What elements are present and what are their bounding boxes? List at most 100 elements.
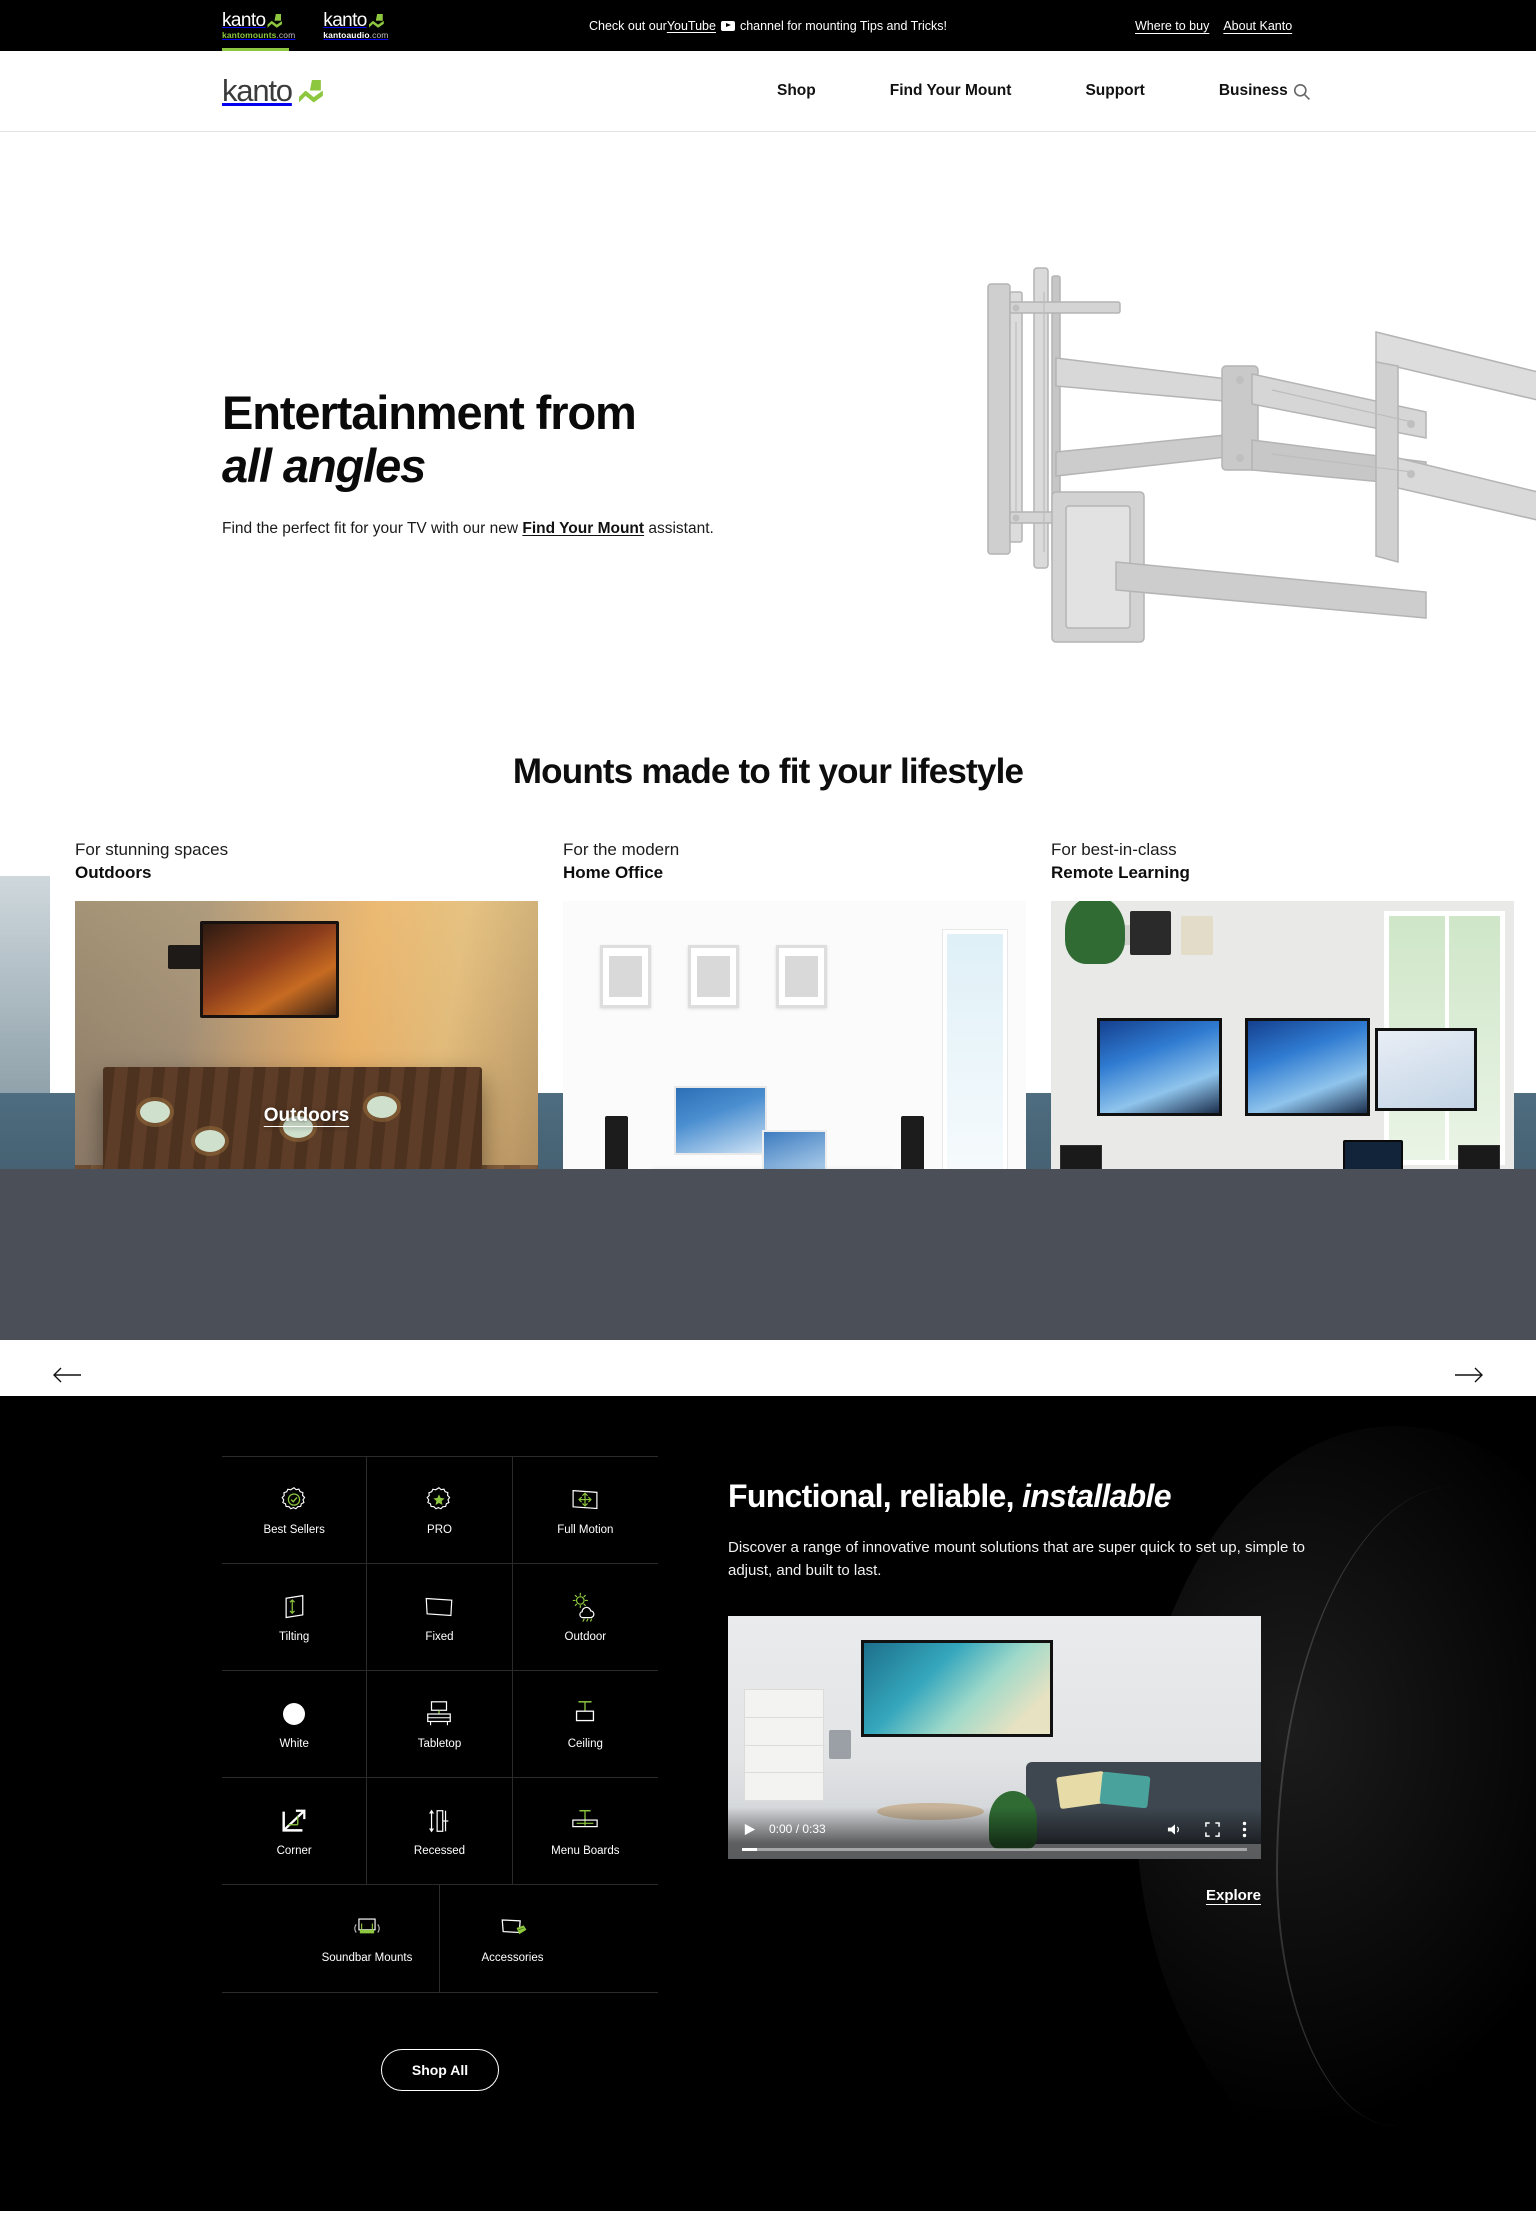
category-label: Tabletop [417, 1737, 462, 1750]
search-button[interactable] [1290, 80, 1312, 102]
explore-wrapper: Explore [728, 1887, 1261, 1904]
hero-sub-prefix: Find the perfect fit for your TV with ou… [222, 520, 523, 538]
carousel-track: . . For stunning spaces Outdoors [0, 840, 1536, 1340]
find-your-mount-link[interactable]: Find Your Mount [522, 520, 644, 537]
category-outdoor[interactable]: Outdoor [512, 1564, 658, 1671]
card-title: Home Office [563, 863, 664, 882]
about-kanto-link[interactable]: About Kanto [1223, 19, 1292, 33]
lifestyle-carousel: . . For stunning spaces Outdoors [0, 840, 1536, 1340]
video-time-display: 0:00 / 0:33 [769, 1822, 826, 1836]
accessories-icon [496, 1913, 530, 1943]
video-progress-bar[interactable] [742, 1848, 1247, 1851]
kanto-leaf-icon [368, 13, 386, 28]
promo-video-player[interactable]: 0:00 / 0:33 [728, 1616, 1261, 1859]
promo-suffix: channel for mounting Tips and Tricks! [739, 18, 948, 33]
more-vertical-icon [1242, 1821, 1247, 1837]
youtube-link[interactable]: YouTube [667, 19, 716, 33]
card-overlay-label[interactable]: Outdoors [264, 1105, 350, 1127]
kanto-home-logo[interactable]: kanto [222, 73, 326, 109]
category-full-motion[interactable]: Full Motion [512, 1457, 658, 1564]
video-speaker [829, 1730, 851, 1760]
search-icon [1293, 83, 1310, 100]
sun-cloud-icon [569, 1592, 601, 1622]
hero-section: Entertainment from all angles Find the p… [0, 132, 1536, 704]
badge-star-icon [425, 1485, 453, 1515]
top-utility-bar: kanto kantomounts.com kanto kantoaudio.c… [0, 0, 1536, 51]
nav-item-support[interactable]: Support [1048, 82, 1181, 100]
topbar-links: Where to buy About Kanto [1135, 19, 1536, 33]
category-grid-wrapper: Best Sellers PRO Full Motion Tilting Fix… [222, 1456, 658, 2091]
category-label: PRO [427, 1523, 452, 1536]
more-options-button[interactable] [1242, 1821, 1247, 1838]
where-to-buy-link[interactable]: Where to buy [1135, 19, 1209, 33]
fixed-screen-icon [422, 1592, 456, 1622]
kantomounts-domain-name: kantomounts [222, 30, 277, 41]
category-label: Menu Boards [551, 1844, 620, 1857]
nav-item-shop[interactable]: Shop [740, 82, 853, 100]
category-pro[interactable]: PRO [367, 1457, 513, 1564]
carousel-next-button[interactable] [1452, 1362, 1486, 1388]
video-pillow [1099, 1771, 1151, 1808]
fullscreen-icon [1205, 1821, 1220, 1837]
white-circle-icon [281, 1699, 307, 1729]
category-recessed[interactable]: Recessed [367, 1778, 513, 1885]
kantomounts-logo[interactable]: kanto kantomounts.com [222, 11, 295, 40]
category-label: Recessed [413, 1844, 466, 1857]
dark-heading: Functional, reliable, installable [728, 1478, 1356, 1515]
shop-all-wrapper: Shop All [222, 2049, 658, 2091]
corner-arrow-icon [279, 1806, 309, 1836]
main-navigation: kanto Shop Find Your Mount Support Busin… [0, 51, 1536, 132]
kantoaudio-domain-tld: .com [369, 30, 389, 41]
kantomounts-wordmark: kanto [222, 11, 295, 30]
shop-all-button[interactable]: Shop All [380, 2049, 500, 2091]
tabletop-icon [423, 1699, 455, 1729]
category-label: Ceiling [567, 1737, 603, 1750]
category-soundbar-mounts[interactable]: Soundbar Mounts [295, 1885, 440, 1992]
volume-icon [1167, 1823, 1179, 1835]
volume-button[interactable] [1166, 1822, 1183, 1837]
category-menu-boards[interactable]: Menu Boards [512, 1778, 658, 1885]
lifestyle-heading: Mounts made to fit your lifestyle [512, 752, 1024, 791]
promo-message: Check out our YouTube channel for mounti… [589, 19, 947, 33]
card-eyebrow: For stunning spaces [75, 840, 229, 859]
category-label: Fixed [425, 1630, 454, 1643]
ceiling-mount-icon [570, 1699, 600, 1729]
fullscreen-button[interactable] [1205, 1821, 1220, 1837]
kantomounts-domain: kantomounts.com [222, 31, 295, 40]
category-grid-last-row: Soundbar Mounts Accessories [222, 1885, 658, 1993]
arrow-left-icon [53, 1367, 81, 1383]
category-tilting[interactable]: Tilting [222, 1564, 368, 1671]
category-label: Corner [276, 1844, 312, 1857]
kantoaudio-wordmark: kanto [323, 11, 388, 30]
video-shelf [743, 1688, 824, 1801]
category-label: Soundbar Mounts [321, 1952, 413, 1964]
kantomounts-domain-tld: .com [276, 30, 296, 41]
play-button[interactable] [742, 1822, 757, 1837]
hero-title-line2: all angles [222, 438, 426, 492]
category-white[interactable]: White [222, 1671, 368, 1778]
carousel-controls [0, 1340, 1536, 1396]
explore-link[interactable]: Explore [1206, 1887, 1261, 1904]
category-best-sellers[interactable]: Best Sellers [222, 1457, 368, 1564]
kantoaudio-domain: kantoaudio.com [323, 31, 388, 40]
kantoaudio-logo[interactable]: kanto kantoaudio.com [323, 11, 388, 40]
product-categories-section: Best Sellers PRO Full Motion Tilting Fix… [0, 1396, 1536, 2211]
recessed-icon [425, 1806, 453, 1836]
carousel-prev-button[interactable] [50, 1362, 84, 1388]
category-corner[interactable]: Corner [222, 1778, 368, 1885]
category-ceiling[interactable]: Ceiling [512, 1671, 658, 1778]
tv-mount-illustration [906, 262, 1536, 704]
video-controls: 0:00 / 0:33 [728, 1807, 1261, 1859]
dark-heading-italic: installable [1022, 1478, 1172, 1514]
category-label: Tilting [279, 1630, 310, 1643]
nav-item-find-your-mount[interactable]: Find Your Mount [853, 82, 1049, 100]
category-fixed[interactable]: Fixed [367, 1564, 513, 1671]
category-accessories[interactable]: Accessories [440, 1885, 585, 1992]
hero-title: Entertainment from all angles [222, 386, 822, 492]
card-eyebrow: For the modern [563, 840, 680, 859]
card-title: Outdoors [75, 863, 152, 882]
youtube-icon [720, 20, 735, 31]
hero-copy: Entertainment from all angles Find the p… [222, 386, 822, 538]
category-label: Outdoor [564, 1630, 607, 1643]
category-tabletop[interactable]: Tabletop [367, 1671, 513, 1778]
